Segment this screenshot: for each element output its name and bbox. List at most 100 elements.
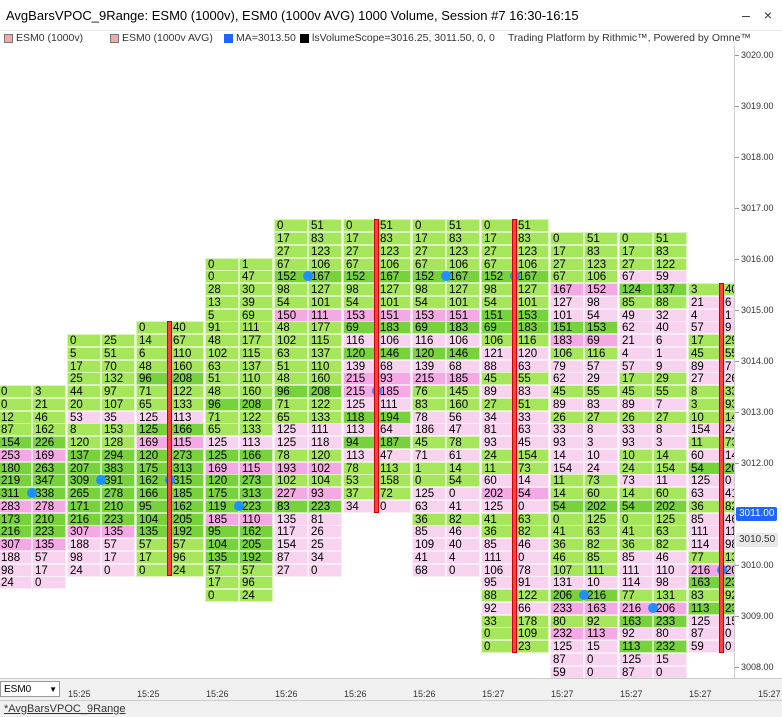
ask-volume-cell: 26 <box>308 525 342 539</box>
ask-volume-cell: 92 <box>584 614 618 628</box>
ask-volume-cell: 8 <box>653 423 687 437</box>
bid-volume-cell: 283 <box>0 499 32 513</box>
bid-volume-cell: 49 <box>619 308 653 322</box>
bid-volume-cell: 69 <box>412 321 446 335</box>
bid-volume-cell: 54 <box>619 499 653 513</box>
ask-volume-cell: 131 <box>653 589 687 602</box>
bid-volume-cell: 85 <box>688 512 722 526</box>
ask-volume-cell: 123 <box>308 244 342 258</box>
ask-volume-cell: 69 <box>239 308 273 322</box>
bid-volume-cell: 63 <box>205 359 239 373</box>
close-button[interactable]: × <box>758 6 778 24</box>
ask-volume-cell: 110 <box>239 372 273 386</box>
bid-volume-cell: 5 <box>67 346 101 360</box>
bid-volume-cell: 96 <box>205 397 239 411</box>
bid-volume-cell: 207 <box>67 461 101 475</box>
bid-volume-cell: 17 <box>481 232 515 245</box>
bid-volume-cell: 60 <box>481 474 515 488</box>
minimize-button[interactable]: – <box>736 6 756 24</box>
ask-volume-cell: 83 <box>308 232 342 245</box>
bid-volume-cell: 54 <box>550 499 584 513</box>
ask-volume-cell: 57 <box>239 563 273 577</box>
ask-volume-cell: 115 <box>239 461 273 475</box>
ask-volume-cell: 51 <box>377 219 411 233</box>
bid-volume-cell: 11 <box>688 436 722 449</box>
price-tick-label: 3019.00 <box>741 101 774 111</box>
ask-volume-cell: 33 <box>515 410 549 424</box>
bid-volume-cell: 68 <box>412 563 446 577</box>
ask-volume-cell: 116 <box>584 346 618 360</box>
ask-volume-cell: 167 <box>308 270 342 284</box>
time-tick-label: 15:27 <box>689 689 712 699</box>
ask-volume-cell: 70 <box>101 359 135 373</box>
bid-volume-cell: 96 <box>136 372 170 386</box>
ask-volume-cell: 47 <box>239 270 273 284</box>
bid-volume-cell: 0 <box>205 589 239 602</box>
ask-volume-cell: 0 <box>308 563 342 577</box>
bid-volume-cell: 125 <box>274 436 308 449</box>
bid-volume-cell: 17 <box>205 576 239 590</box>
legend-item-esm0-avg[interactable]: ESM0 (1000v AVG) <box>110 32 213 44</box>
bid-volume-cell: 77 <box>688 550 722 564</box>
legend-item-ma[interactable]: MA=3013.50 <box>224 32 296 44</box>
bid-volume-cell: 83 <box>412 397 446 411</box>
ask-volume-cell: 116 <box>515 334 549 347</box>
ask-volume-cell: 153 <box>515 308 549 322</box>
bid-volume-cell: 63 <box>274 346 308 360</box>
ask-volume-cell: 63 <box>515 423 549 437</box>
bid-volume-cell: 63 <box>688 487 722 500</box>
vwap-marker-dot <box>27 488 37 498</box>
bid-volume-cell: 4 <box>688 308 722 322</box>
ask-volume-cell: 163 <box>584 601 618 615</box>
ask-volume-cell: 137 <box>239 359 273 373</box>
ask-volume-cell: 61 <box>446 448 480 462</box>
bid-volume-cell: 93 <box>619 436 653 449</box>
bid-volume-cell: 71 <box>205 410 239 424</box>
ask-volume-cell: 54 <box>515 487 549 500</box>
bid-volume-cell: 104 <box>136 512 170 526</box>
symbol-select[interactable]: ESM0 ▼ <box>0 681 60 697</box>
ask-volume-cell: 208 <box>308 385 342 398</box>
ask-volume-cell: 110 <box>308 359 342 373</box>
bid-volume-cell: 150 <box>274 308 308 322</box>
legend-item-volume-scope[interactable]: lsVolumeScope=3016.25, 3011.50, 0, 0 <box>300 32 495 44</box>
ask-volume-cell: 187 <box>377 436 411 449</box>
bid-volume-cell: 17 <box>688 334 722 347</box>
bid-volume-cell: 45 <box>688 346 722 360</box>
ask-volume-cell: 160 <box>170 359 204 373</box>
ask-volume-cell: 178 <box>515 614 549 628</box>
legend-item-esm0[interactable]: ESM0 (1000v) <box>4 32 83 44</box>
ask-volume-cell: 102 <box>308 461 342 475</box>
bid-volume-cell: 166 <box>136 487 170 500</box>
ask-volume-cell: 223 <box>101 512 135 526</box>
price-tick-mark <box>735 55 739 56</box>
ask-volume-cell: 111 <box>308 423 342 437</box>
bid-volume-cell: 91 <box>205 321 239 335</box>
ask-volume-cell: 0 <box>515 550 549 564</box>
ask-volume-cell: 83 <box>584 244 618 258</box>
bid-volume-cell: 88 <box>481 589 515 602</box>
price-axis[interactable]: 3020.00 3019.00 3018.00 3017.00 3016.00 3015.… <box>735 46 782 678</box>
price-tick-mark <box>735 667 739 668</box>
bid-volume-cell: 83 <box>274 499 308 513</box>
ask-volume-cell: 10 <box>584 448 618 462</box>
bid-volume-cell: 154 <box>550 461 584 475</box>
time-tick-label: 15:26 <box>344 689 367 699</box>
bid-volume-cell: 154 <box>274 538 308 551</box>
ask-volume-cell: 125 <box>653 512 687 526</box>
bid-volume-cell: 36 <box>412 512 446 526</box>
ask-volume-cell: 192 <box>239 550 273 564</box>
bid-volume-cell: 6 <box>136 346 170 360</box>
ask-volume-cell: 177 <box>308 321 342 335</box>
bid-volume-cell: 83 <box>688 589 722 602</box>
ask-volume-cell: 51 <box>653 232 687 245</box>
tab-avgbars-vpoc[interactable]: *AvgBarsVPOC_9Range <box>4 703 125 715</box>
bid-volume-cell: 67 <box>274 257 308 271</box>
bid-volume-cell: 0 <box>481 627 515 641</box>
bid-volume-cell: 125 <box>136 423 170 437</box>
bid-volume-cell: 98 <box>481 283 515 296</box>
bid-volume-cell: 85 <box>481 538 515 551</box>
bid-volume-cell: 17 <box>274 232 308 245</box>
footprint-chart-area[interactable]: 0 3 0 21 12 46 87 162 154 226 253 169 180 263 219 347 31… <box>0 46 734 678</box>
ask-volume-cell: 391 <box>101 474 135 488</box>
